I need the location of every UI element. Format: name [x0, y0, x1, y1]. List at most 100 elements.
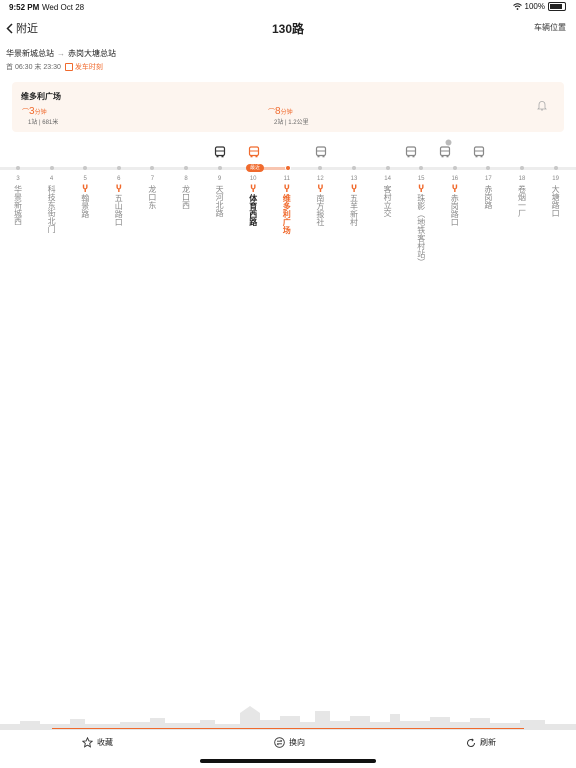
arrival-card[interactable]: 维多利广场 ⌒3分钟 1站 | 681米 ⌒8分钟 2站 | 1.2公里: [12, 82, 564, 132]
stop-item[interactable]: 12 Ⴤ 南方报社: [313, 176, 327, 231]
stop-item[interactable]: 3 华景新城西: [11, 176, 25, 230]
stop-name: 龙口东: [147, 185, 157, 209]
refresh-icon: [467, 737, 475, 747]
back-label: 附近: [16, 23, 38, 35]
metro-icon: Ⴤ: [116, 184, 122, 194]
stop-item[interactable]: 4 科技东街北门: [45, 176, 59, 238]
stop-name: 赤岗路: [483, 185, 493, 209]
stop-item[interactable]: 9 天河北路: [213, 176, 227, 222]
stop-name: 维多利广场: [282, 194, 292, 234]
calendar-icon: [64, 63, 73, 71]
status-bar: 9:52 PM Wed Oct 28 100%: [0, 0, 576, 14]
nav-bar: 130路 附近 车辆位置: [0, 14, 576, 42]
chevron-left-icon: [6, 22, 13, 34]
skyline-accent-line: [52, 728, 524, 729]
stop-item[interactable]: 11 Ⴤ 维多利广场: [280, 176, 294, 239]
stop-name: 卷烟一厂: [517, 185, 527, 217]
stop-name: 天河北路: [215, 185, 225, 217]
operating-hours: 首 06:30 末 23:30: [6, 64, 61, 71]
schedule-label: 发车时刻: [74, 64, 103, 71]
stop-item[interactable]: 8 龙口西: [179, 176, 193, 214]
stop-name: 客村立交: [383, 185, 393, 217]
route-from: 华景新城总站: [6, 49, 54, 58]
bell-icon[interactable]: [537, 100, 547, 111]
stop-number: 4: [49, 176, 54, 182]
status-right: 100%: [512, 2, 566, 11]
switch-label: 换向: [289, 738, 305, 747]
bus-positions: [0, 146, 576, 160]
skyline-decoration: [0, 706, 576, 730]
schedule-link[interactable]: 发车时刻: [64, 62, 103, 72]
stop-dot: [184, 166, 188, 170]
stop-name: 南方报社: [315, 194, 325, 226]
stop-item[interactable]: 16 Ⴤ 赤岗路口: [448, 176, 462, 231]
eta-second: ⌒8分钟 2站 | 1.2公里: [268, 106, 309, 126]
metro-icon: Ⴤ: [452, 184, 458, 194]
refresh-button[interactable]: 刷新: [466, 737, 496, 748]
home-indicator: [200, 759, 376, 763]
route-endpoints: 华景新城总站 → 赤岗大塘总站: [6, 48, 116, 59]
metro-icon: Ⴤ: [317, 184, 324, 194]
signal-icon: ⌒: [22, 109, 29, 116]
route-to: 赤岗大塘总站: [68, 49, 116, 58]
stop-dot: [553, 166, 558, 170]
stop-item[interactable]: 19 大塘路口: [549, 176, 563, 222]
current-stop-marker: [285, 165, 291, 171]
eta2-unit: 分钟: [280, 110, 293, 116]
stop-dot: [16, 166, 20, 170]
stop-dot: [116, 166, 121, 170]
stop-item[interactable]: 13 Ⴤ 五羊新村: [347, 176, 361, 231]
stop-dot: [385, 166, 390, 170]
bus-icon[interactable]: [248, 146, 260, 158]
stop-item[interactable]: 14 客村立交: [381, 176, 395, 222]
bus-icon[interactable]: [214, 146, 226, 158]
stop-number: 19: [552, 176, 559, 182]
battery-icon: [548, 2, 566, 11]
stop-number: 7: [150, 176, 155, 182]
nearest-badge: 最近: [246, 164, 264, 172]
stop-number: 14: [384, 176, 391, 182]
bus-icon[interactable]: [405, 146, 417, 158]
eta2-detail: 2站 | 1.2公里: [274, 120, 309, 126]
stop-dot: [49, 166, 54, 170]
stop-item[interactable]: 18 卷烟一厂: [515, 176, 529, 222]
stop-name: 龙口西: [181, 185, 191, 209]
bus-icon[interactable]: [473, 146, 485, 158]
metro-icon: Ⴤ: [418, 184, 424, 194]
stop-name: 大塘路口: [551, 185, 561, 217]
stop-item[interactable]: 6 Ⴤ 五山路口: [112, 176, 126, 231]
stop-item[interactable]: 5 Ⴤ 翰景路: [78, 176, 92, 223]
battery-percent: 100%: [524, 2, 545, 11]
page-title: 130路: [271, 22, 305, 36]
stop-name: 科技东街北门: [47, 185, 57, 233]
stop-name: 五羊新村: [349, 194, 359, 226]
card-stop-name: 维多利广场: [21, 92, 61, 101]
stop-name: 五山路口: [114, 194, 124, 226]
metro-icon: Ⴤ: [82, 184, 88, 194]
stop-item[interactable]: 17 赤岗路: [481, 176, 495, 214]
refresh-label: 刷新: [480, 738, 496, 747]
bus-icon[interactable]: [439, 146, 451, 158]
eta1-detail: 1站 | 681米: [28, 120, 59, 126]
stop-dot: [452, 166, 457, 170]
collect-button[interactable]: 收藏: [82, 737, 113, 748]
stop-number: 8: [184, 176, 188, 182]
route-hours: 首 06:30 末 23:30 发车时刻: [6, 62, 103, 72]
stop-item[interactable]: 15 Ⴤ 珠影（地铁客村站）: [414, 176, 428, 271]
arrow-right-icon: →: [57, 49, 65, 58]
bus-icon[interactable]: [315, 146, 327, 158]
metro-icon: Ⴤ: [250, 184, 256, 194]
vehicle-position-button[interactable]: 车辆位置: [534, 22, 566, 33]
signal-icon: ⌒: [268, 109, 275, 116]
stop-item[interactable]: 10 Ⴤ 体育西路: [246, 176, 260, 231]
vehicle-badge-icon: [445, 139, 452, 146]
stop-name: 体育西路: [248, 194, 258, 226]
star-icon: [82, 737, 93, 748]
stop-dot: [217, 166, 222, 170]
eta1-unit: 分钟: [34, 110, 47, 116]
switch-direction-button[interactable]: 换向: [274, 737, 305, 748]
swap-icon: [274, 737, 285, 748]
stop-number: 9: [217, 176, 222, 182]
back-button[interactable]: 附近: [6, 20, 38, 36]
stop-item[interactable]: 7 龙口东: [145, 176, 159, 214]
